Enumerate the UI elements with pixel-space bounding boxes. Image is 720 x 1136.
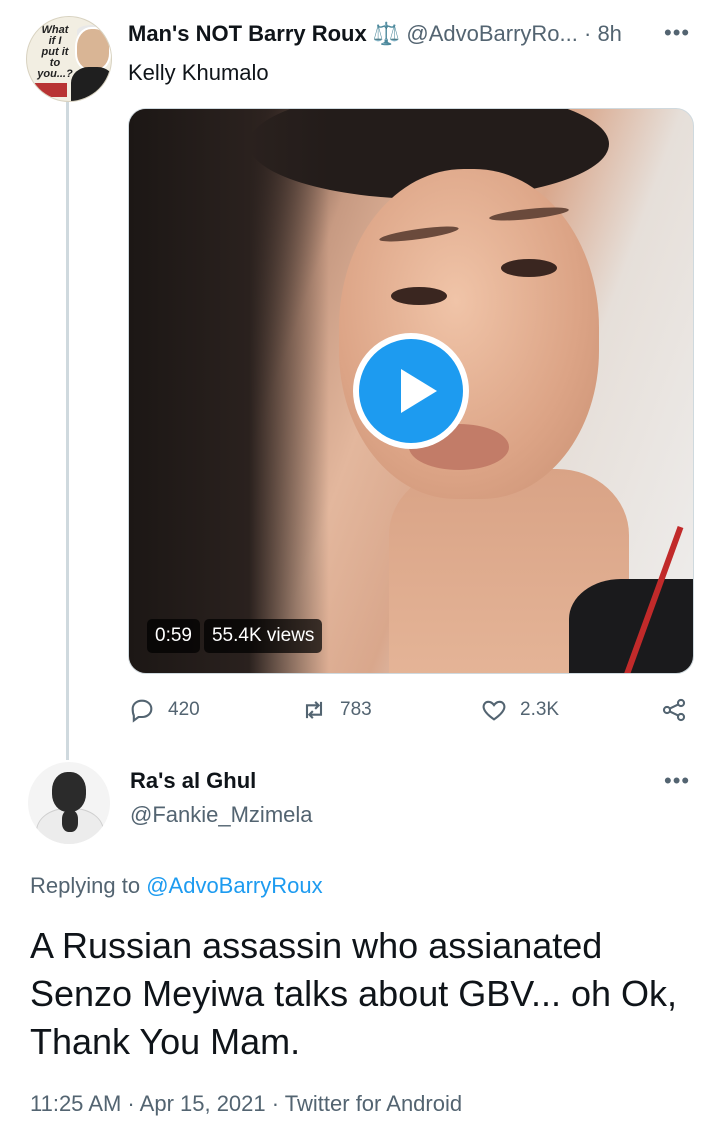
avatar-face <box>75 27 111 71</box>
reply-display-name[interactable]: Ra's al Ghul <box>130 766 256 796</box>
retweet-button[interactable]: 783 <box>300 690 372 730</box>
user-handle[interactable]: @AdvoBarryRo... <box>406 21 578 46</box>
video-frame-hair-side <box>129 109 329 673</box>
thread-connector-line <box>66 100 69 760</box>
avatar-hand <box>62 810 78 832</box>
replying-mention-link[interactable]: @AdvoBarryRoux <box>146 873 322 898</box>
display-name[interactable]: Man's NOT Barry Roux ⚖️ <box>128 21 400 46</box>
heart-icon <box>482 700 506 721</box>
avatar-robe <box>71 67 111 101</box>
retweet-count: 783 <box>340 699 372 720</box>
video-views: 55.4K views <box>203 619 323 653</box>
reply-icon <box>131 699 153 723</box>
avatar-head <box>52 772 86 812</box>
avatar-caption: What if I put it to you...? <box>37 24 73 80</box>
replying-to: Replying to @AdvoBarryRoux <box>30 870 323 902</box>
video-stats: 0:59 55.4K views <box>147 619 323 653</box>
like-count: 2.3K <box>520 699 560 720</box>
tweet-time[interactable]: 8h <box>597 21 621 46</box>
video-frame-eye <box>391 287 447 305</box>
reply-tweet-text: A Russian assassin who assianated Senzo … <box>30 925 677 1062</box>
play-button-circle <box>359 339 463 443</box>
video-duration: 0:59 <box>147 619 200 653</box>
avatar-tag <box>35 83 67 97</box>
replying-prefix: Replying to <box>30 873 141 898</box>
tweet-actions: 420 783 2.3K <box>128 690 698 730</box>
play-triangle <box>401 369 437 413</box>
video-media[interactable]: 0:59 55.4K views <box>128 108 694 674</box>
play-icon[interactable] <box>353 333 469 449</box>
header-separator: · <box>583 21 592 46</box>
tweet-timestamp: 11:25 AM · Apr 15, 2021 · Twitter for An… <box>30 1091 463 1116</box>
video-frame-eye <box>501 259 557 277</box>
reply-button[interactable]: 420 <box>128 690 200 730</box>
retweet-icon <box>305 701 323 719</box>
more-horizontal-icon[interactable]: ••• <box>664 766 690 796</box>
share-button[interactable] <box>660 690 688 730</box>
share-icon <box>662 698 686 722</box>
reply-count: 420 <box>168 699 200 720</box>
tweet-text: Kelly Khumalo <box>128 60 269 85</box>
tweet-header: Man's NOT Barry Roux ⚖️ @AdvoBarryRo... … <box>128 18 648 50</box>
reply-user-handle[interactable]: @Fankie_Mzimela <box>130 800 313 830</box>
more-horizontal-icon[interactable]: ••• <box>664 18 690 48</box>
avatar[interactable]: What if I put it to you...? <box>26 16 112 102</box>
reply-avatar[interactable] <box>28 762 110 844</box>
like-button[interactable]: 2.3K <box>480 690 559 730</box>
